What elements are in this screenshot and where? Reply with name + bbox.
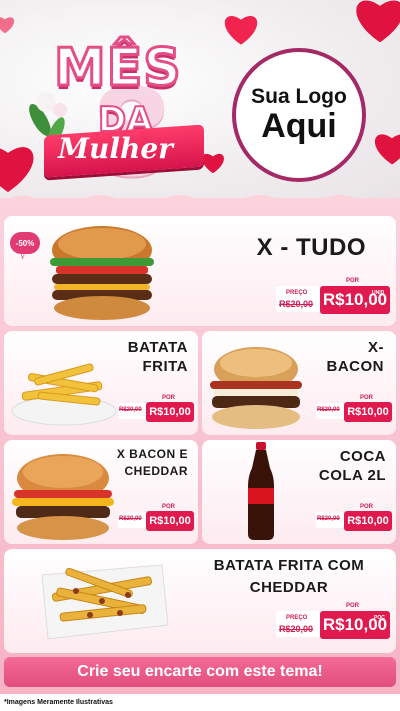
product-name: X - TUDO	[256, 234, 366, 261]
price-tag: POR R$20,00 R$10,00	[118, 395, 196, 425]
title-mulher: Mulher	[58, 132, 173, 165]
old-price-box: R$20,00	[118, 403, 148, 419]
old-price: R$20,00	[279, 624, 314, 634]
header: 8 MÊS DA Mulher Sua Logo Aqui	[0, 0, 400, 200]
fries-image	[11, 363, 117, 426]
cheddar-burger-image	[12, 454, 114, 540]
old-price-box: PREÇO R$20,00	[276, 286, 322, 312]
product-name: COCA COLA 2L	[318, 448, 386, 484]
price-tag: POR R$20,00 R$10,00	[118, 504, 196, 534]
new-price: R$10,00	[344, 402, 392, 422]
heart-icon	[372, 128, 400, 166]
por-label: POR	[162, 504, 176, 510]
old-price: R$20,00	[279, 299, 314, 309]
product-name: X BACON E CHEDDAR	[116, 447, 188, 479]
product-card-coca-cola[interactable]: COCA COLA 2L POR R$20,00 R$10,00	[202, 440, 396, 544]
bacon-burger-image	[210, 347, 302, 429]
burger-image	[50, 226, 154, 320]
cheddar-fries-image	[41, 564, 169, 640]
new-price: R$10,00	[146, 402, 194, 422]
product-name: X-BACON	[326, 339, 384, 375]
venus-icon: ♀	[18, 249, 27, 263]
por-label: POR	[360, 504, 374, 510]
heart-icon	[352, 0, 400, 44]
product-name: BATATA FRITA COM CHEDDAR	[213, 557, 365, 596]
product-card-x-bacon-cheddar[interactable]: X BACON E CHEDDAR POR R$20,00 R$10,00	[4, 440, 198, 544]
footer-disclaimer: *Imagens Meramente Ilustrativas	[0, 694, 400, 711]
product-card-x-tudo[interactable]: X - TUDO POR PREÇO R$20,00 R$10,00 UNID	[4, 216, 396, 326]
unit-label: POÇ	[374, 615, 385, 621]
por-label: POR	[360, 395, 374, 401]
old-price: R$20,00	[317, 407, 340, 413]
cta-button[interactable]: Crie seu encarte com este tema!	[4, 657, 396, 687]
old-price-box: PREÇO R$20,00	[276, 611, 322, 637]
product-card-batata-cheddar[interactable]: BATATA FRITA COM CHEDDAR POR PREÇO R$20,…	[4, 549, 396, 653]
product-card-batata-frita[interactable]: BATATA FRITA POR R$20,00 R$10,00	[4, 331, 198, 435]
price-tag: POR R$20,00 R$10,00	[316, 395, 394, 425]
price-tag: POR PREÇO R$20,00 R$10,00 UNID	[276, 274, 392, 320]
wave-divider	[0, 195, 400, 212]
product-name: BATATA FRITA	[127, 339, 188, 375]
product-card-x-bacon[interactable]: X-BACON POR R$20,00 R$10,00	[202, 331, 396, 435]
new-price: R$10,00	[146, 511, 194, 531]
heart-icon	[0, 14, 16, 34]
logo-line1: Sua Logo	[251, 84, 347, 108]
new-price: R$10,00	[344, 511, 392, 531]
price-tag: POR R$20,00 R$10,00	[316, 504, 394, 534]
old-price-box: R$20,00	[118, 512, 148, 528]
old-price-box: R$20,00	[316, 403, 346, 419]
old-price-box: R$20,00	[316, 512, 346, 528]
logo-line2: Aqui	[261, 106, 337, 145]
old-price: R$20,00	[119, 516, 142, 522]
price-tag: POR PREÇO R$20,00 R$10,00 POÇ	[276, 599, 392, 645]
por-label: POR	[162, 395, 176, 401]
preco-label: PREÇO	[286, 615, 308, 621]
por-label: POR	[346, 603, 360, 609]
title-mes: MÊS	[53, 37, 183, 100]
unit-label: UNID	[372, 290, 385, 296]
preco-label: PREÇO	[286, 290, 308, 296]
logo-placeholder[interactable]: Sua Logo Aqui	[232, 48, 366, 182]
soda-bottle-image	[248, 442, 274, 540]
old-price: R$20,00	[119, 407, 142, 413]
por-label: POR	[346, 278, 360, 284]
old-price: R$20,00	[317, 516, 340, 522]
